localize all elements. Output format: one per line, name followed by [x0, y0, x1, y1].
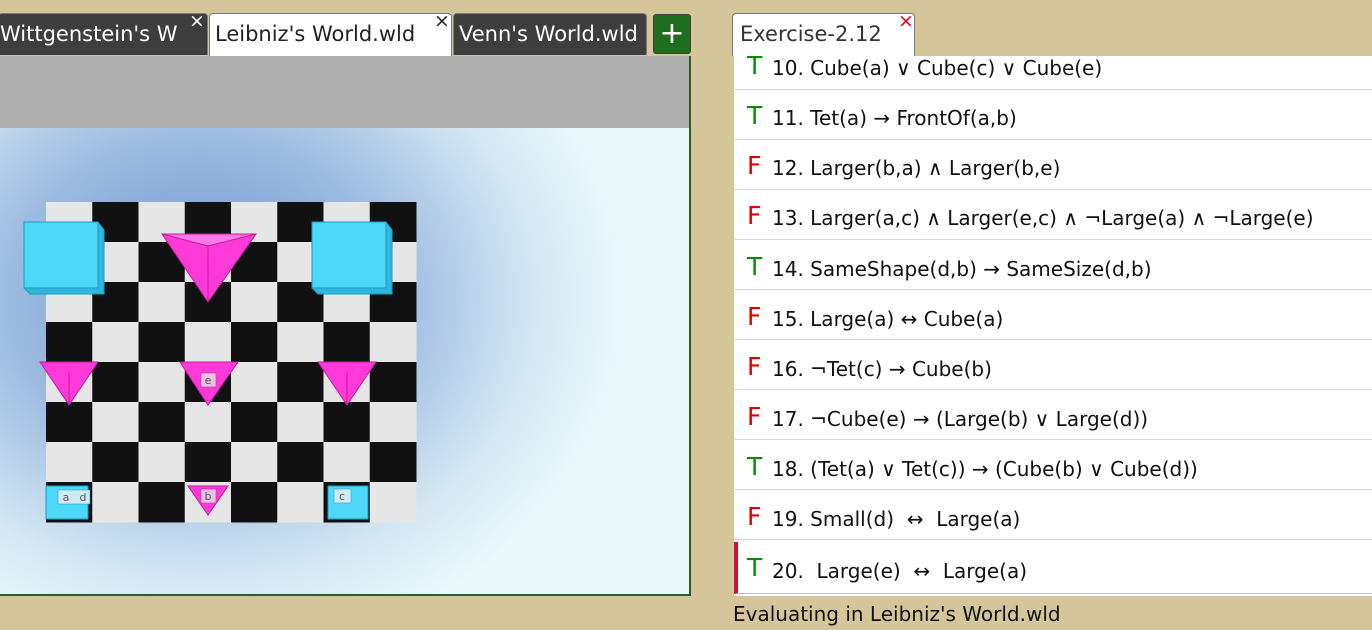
truth-value: T [747, 56, 763, 80]
board-square [138, 402, 186, 443]
board-square [369, 482, 417, 523]
truth-value: F [747, 502, 762, 531]
sentence-row[interactable]: F 12. Larger(b,a) ∧ Larger(b,e) [734, 140, 1372, 190]
board-square [92, 442, 139, 483]
sentence-row-selected[interactable]: T 20. Large(e) ↔ Large(a) [734, 542, 1372, 594]
board-square [138, 442, 186, 483]
tab-label: Wittgenstein's W [0, 22, 178, 46]
board-square [231, 402, 278, 443]
label-c: c [339, 490, 345, 503]
board-square [138, 322, 186, 363]
sentence-text: 14. SameShape(d,b) → SameSize(d,b) [772, 257, 1152, 281]
tab-label: Venn's World.wld [459, 22, 638, 46]
tab-label: Exercise-2.12 [740, 22, 882, 46]
board-square [231, 322, 278, 363]
cube-block-c[interactable]: c [327, 485, 369, 520]
sentence-row[interactable]: T 18. (Tet(a) ∨ Tet(c)) → (Cube(b) ∨ Cub… [734, 440, 1372, 490]
board-square [92, 322, 139, 363]
truth-value: F [747, 151, 762, 180]
board-square [369, 322, 417, 363]
tab-leibniz-world[interactable]: Leibniz's World.wld × [209, 13, 452, 56]
tab-wittgensteins-world[interactable]: Wittgenstein's W × [0, 13, 208, 55]
sentence-row[interactable]: F 17. ¬Cube(e) → (Large(b) ∨ Large(d)) [734, 390, 1372, 440]
board-square [184, 442, 232, 483]
board-square [323, 442, 371, 483]
sentence-row[interactable]: T 11. Tet(a) → FrontOf(a,b) [734, 90, 1372, 140]
sentence-row[interactable]: T 10. Cube(a) ∨ Cube(c) ∨ Cube(e) [734, 56, 1372, 90]
cube-block-ad[interactable]: a d [45, 485, 91, 520]
board-square [323, 322, 371, 363]
label-b: b [205, 490, 212, 503]
world-board[interactable]: e a d b c [0, 128, 689, 594]
sentence-text: 10. Cube(a) ∨ Cube(c) ∨ Cube(e) [772, 56, 1103, 80]
board-square [46, 402, 93, 443]
add-tab-button[interactable]: + [653, 14, 691, 54]
close-icon[interactable]: × [898, 6, 914, 36]
sentence-text: 11. Tet(a) → FrontOf(a,b) [772, 106, 1017, 130]
truth-value: F [747, 352, 762, 381]
sentence-text: 17. ¬Cube(e) → (Large(b) ∨ Large(d)) [772, 407, 1149, 431]
sentence-text: 18. (Tet(a) ∨ Tet(c)) → (Cube(b) ∨ Cube(… [772, 457, 1198, 481]
board-square [231, 362, 278, 403]
label-a: a [63, 491, 70, 504]
board-square [138, 482, 186, 523]
close-icon[interactable]: × [434, 14, 450, 36]
truth-value: F [747, 302, 762, 331]
tab-exercise[interactable]: Exercise-2.12 × [732, 10, 915, 56]
board-square [92, 482, 139, 523]
board-square [138, 282, 186, 323]
truth-value: T [747, 452, 763, 481]
sentence-row[interactable]: F 16. ¬Tet(c) → Cube(b) [734, 340, 1372, 390]
sentence-text: 13. Larger(a,c) ∧ Larger(e,c) ∧ ¬Large(a… [772, 206, 1314, 230]
status-text: Evaluating in Leibniz's World.wld [733, 602, 1061, 626]
close-icon[interactable]: × [189, 14, 205, 36]
board-square [138, 362, 186, 403]
tab-label: Leibniz's World.wld [215, 22, 416, 46]
board-square [92, 402, 139, 443]
sentence-text: 12. Larger(b,a) ∧ Larger(b,e) [772, 156, 1061, 180]
board-square [369, 402, 417, 443]
sentence-text: 16. ¬Tet(c) → Cube(b) [772, 357, 992, 381]
world-panel: e a d b c [0, 56, 691, 596]
truth-value: T [747, 101, 763, 130]
board-square [277, 442, 324, 483]
label-d: d [80, 491, 87, 504]
board-square [184, 322, 232, 363]
board-square [369, 442, 417, 483]
board-square [277, 322, 324, 363]
board-square [231, 482, 278, 523]
board-square [277, 482, 324, 523]
sentence-row[interactable]: F 13. Larger(a,c) ∧ Larger(e,c) ∧ ¬Large… [734, 190, 1372, 240]
sentence-text: 15. Large(a) ↔ Cube(a) [772, 307, 1004, 331]
world-scene: e a d b c [0, 128, 689, 594]
board-square [231, 442, 278, 483]
board-square [277, 402, 324, 443]
board-square [369, 362, 417, 403]
sentence-row[interactable]: F 15. Large(a) ↔ Cube(a) [734, 290, 1372, 340]
sentence-row[interactable]: T 14. SameShape(d,b) → SameSize(d,b) [734, 240, 1372, 290]
tab-venns-world[interactable]: Venn's World.wld [453, 13, 647, 55]
sentence-text: 20. Large(e) ↔ Large(a) [772, 559, 1028, 583]
sentence-list: T 10. Cube(a) ∨ Cube(c) ∨ Cube(e) T 11. … [734, 56, 1372, 596]
board-square [277, 362, 324, 403]
cube-block[interactable] [311, 221, 393, 295]
board-square [184, 402, 232, 443]
board-square [92, 362, 139, 403]
board-square [231, 282, 278, 323]
board-square [46, 322, 93, 363]
board-square [46, 442, 93, 483]
world-toolbar [0, 56, 689, 128]
cube-block[interactable] [23, 221, 105, 295]
sentence-row[interactable]: F 19. Small(d) ↔ Large(a) [734, 490, 1372, 540]
board-square [323, 402, 371, 443]
truth-value: F [747, 402, 762, 431]
truth-value: T [747, 553, 763, 582]
label-e: e [205, 374, 212, 387]
truth-value: F [747, 201, 762, 230]
truth-value: T [747, 252, 763, 281]
sentence-text: 19. Small(d) ↔ Large(a) [772, 507, 1021, 531]
